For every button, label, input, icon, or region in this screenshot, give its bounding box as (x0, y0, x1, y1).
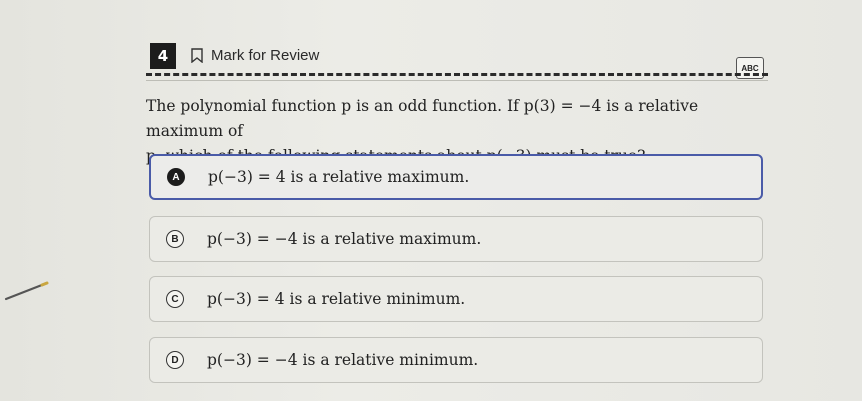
choice-letter-d: D (166, 351, 184, 369)
choice-c[interactable]: C p(−3) = 4 is a relative minimum. (149, 276, 763, 322)
pencil-icon (4, 280, 50, 306)
mark-for-review-button[interactable]: Mark for Review (191, 47, 319, 64)
choice-text-d: p(−3) = −4 is a relative minimum. (207, 351, 479, 369)
choice-text-b: p(−3) = −4 is a relative maximum. (207, 230, 482, 248)
choice-letter-c: C (166, 290, 184, 308)
choice-text-a: p(−3) = 4 is a relative maximum. (208, 168, 470, 186)
mark-for-review-label: Mark for Review (211, 47, 320, 64)
choice-letter-a: A (167, 168, 185, 186)
choice-d[interactable]: D p(−3) = −4 is a relative minimum. (149, 337, 763, 383)
choice-a[interactable]: A p(−3) = 4 is a relative maximum. (149, 154, 763, 200)
choice-text-c: p(−3) = 4 is a relative minimum. (207, 290, 466, 308)
choice-b[interactable]: B p(−3) = −4 is a relative maximum. (149, 216, 763, 262)
choice-letter-b: B (166, 230, 184, 248)
header-divider (146, 73, 768, 76)
bookmark-icon (191, 48, 203, 63)
question-number: 4 (150, 43, 176, 69)
header-divider-line (146, 80, 768, 81)
question-page: 4 Mark for Review A B C The polynomial fun… (0, 0, 862, 401)
question-line-1: The polynomial function p is an odd func… (146, 97, 699, 140)
